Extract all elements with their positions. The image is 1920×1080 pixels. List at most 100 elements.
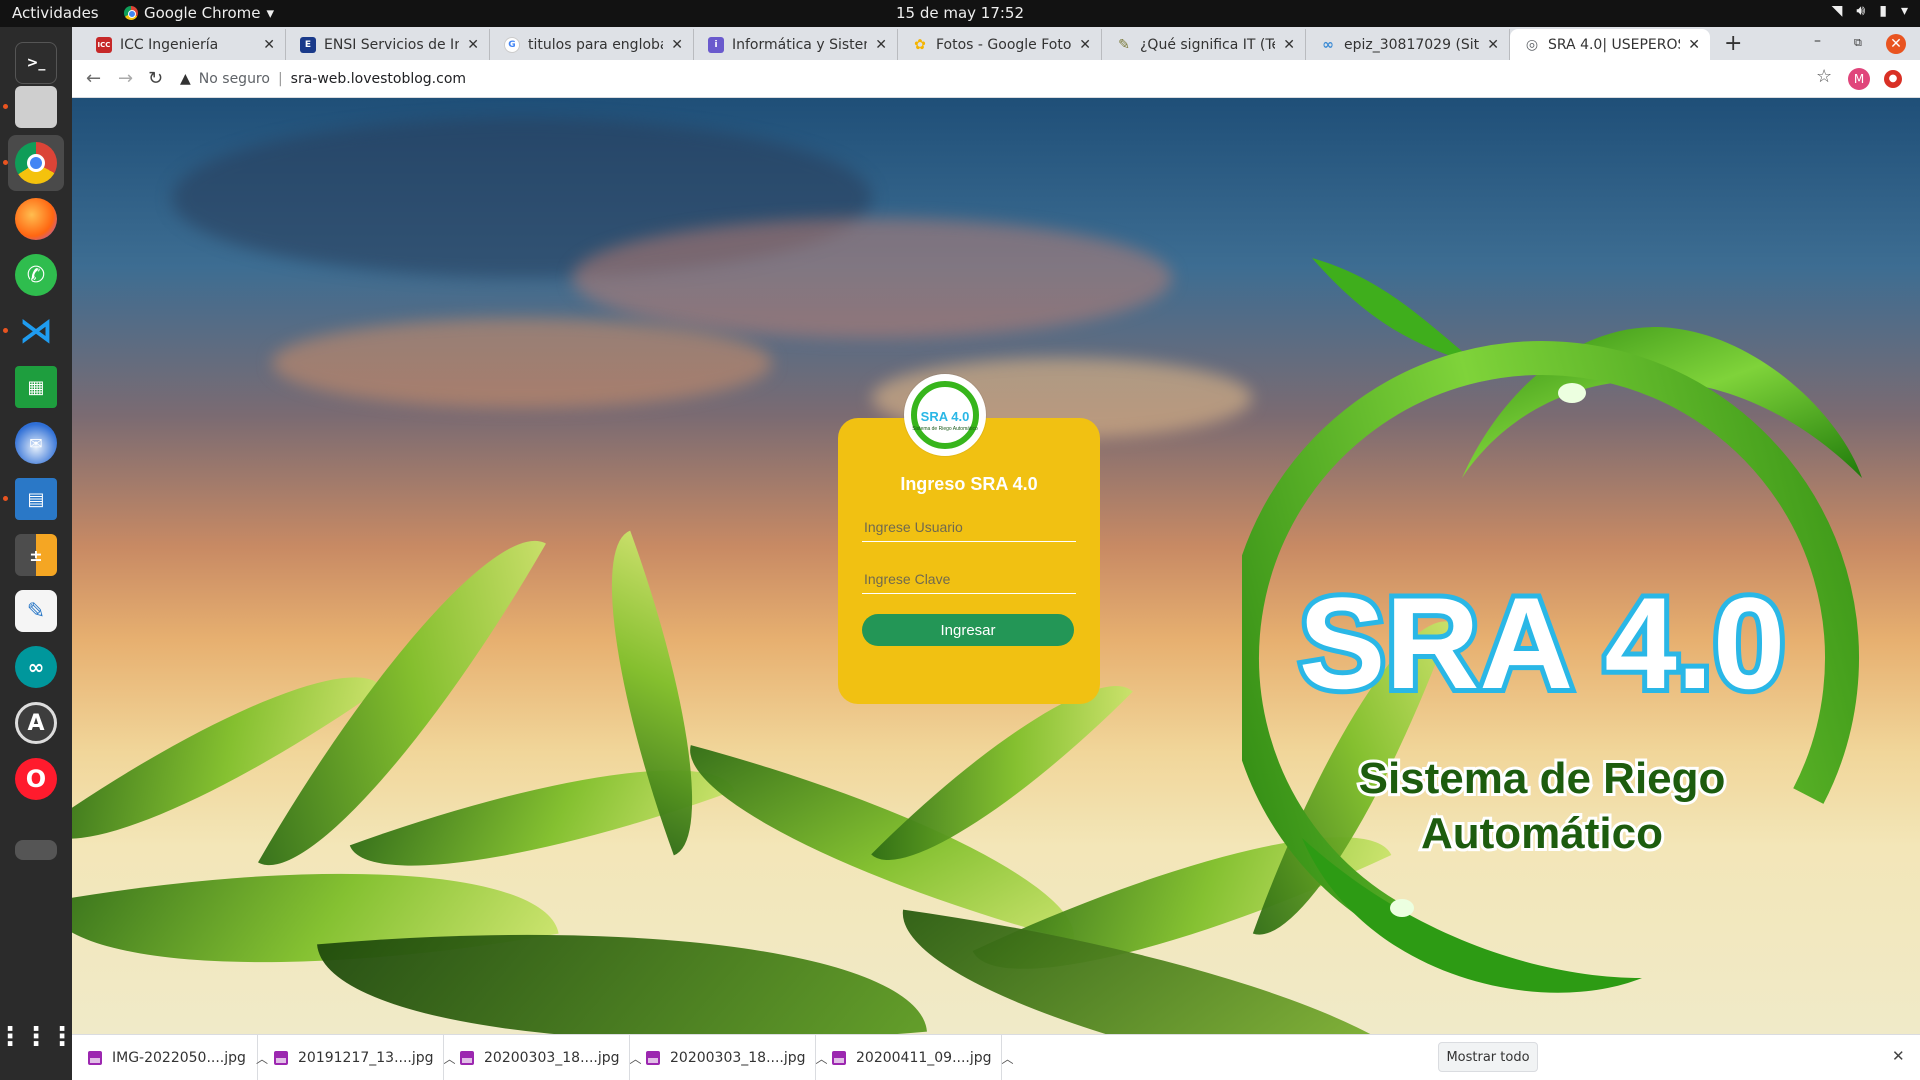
download-item[interactable]: IMG-2022050....jpg ︿ [72,1035,268,1080]
dock-writer[interactable]: ▤ [8,471,64,527]
image-file-icon [460,1051,474,1065]
warning-icon[interactable]: ▲ [180,71,191,87]
system-top-bar: Actividades Google Chrome ▾ 15 de may 17… [0,0,1920,27]
close-icon[interactable]: ✕ [263,37,275,53]
reload-button[interactable]: ↻ [148,68,163,89]
restore-button[interactable]: ⧉ [1854,36,1862,50]
dock-files[interactable] [8,79,64,135]
minimize-button[interactable]: – [1814,33,1821,49]
image-file-icon [832,1051,846,1065]
divider: | [277,71,283,87]
download-filename: 20191217_13....jpg [298,1050,434,1066]
forward-button[interactable]: → [118,68,133,89]
security-label[interactable]: No seguro [199,71,270,87]
app-icon [15,840,57,860]
dock-whatsapp[interactable]: ✆ [8,247,64,303]
leaf-shape [1302,838,1642,993]
login-title: Ingreso SRA 4.0 [900,474,1038,494]
tab-favicon: ∞ [1322,36,1334,53]
login-logo-subtext: Sistema de Riego Automático [912,426,978,432]
download-item[interactable]: 20200411_09....jpg ︿ [816,1035,1014,1080]
tab-strip: ICC ICC Ingeniería ✕ E ENSI Servicios de… [72,27,1920,60]
wifi-icon: ◥ [1831,3,1843,19]
tab-title: ICC Ingeniería [120,36,219,53]
chevron-up-icon[interactable]: ︿ [1002,1050,1014,1067]
dock-software[interactable]: A [8,695,64,751]
close-icon[interactable]: ✕ [671,37,683,53]
clock[interactable]: 15 de may 17:52 [0,4,1920,22]
browser-window: ICC ICC Ingeniería ✕ E ENSI Servicios de… [72,27,1920,1080]
tab-favicon: ✿ [914,36,926,53]
address-bar[interactable]: ▲ No seguro | sra-web.lovestoblog.com [180,65,1880,93]
close-icon[interactable]: ✕ [1487,37,1499,53]
close-icon[interactable]: ✕ [1283,37,1295,53]
logo-subtitle-line1: Sistema de Riego [1359,754,1726,803]
close-icon[interactable]: ✕ [1688,37,1700,53]
dock-vscode[interactable]: ⋊ [8,303,64,359]
mail-icon: ✉ [15,422,57,464]
tab[interactable]: E ENSI Servicios de Ing ✕ [286,29,490,60]
downloads-bar: IMG-2022050....jpg ︿ 20191217_13....jpg … [72,1034,1920,1080]
tab[interactable]: i Informática y Sistem ✕ [694,29,898,60]
profile-avatar[interactable]: M [1848,68,1870,90]
dock-calculator[interactable]: ± [8,527,64,583]
tab-title: SRA 4.0| USEPEROS [1548,36,1681,53]
system-tray[interactable]: ◥ 🔊︎ ▮ ▾ [1832,3,1908,19]
tab[interactable]: ✎ ¿Qué significa IT (Te ✕ [1102,29,1306,60]
globe-icon: ◎ [1525,36,1539,53]
download-filename: 20200303_18....jpg [670,1050,806,1066]
tab-favicon: ICC [96,36,112,53]
battery-icon: ▮ [1879,3,1887,19]
back-button[interactable]: ← [86,68,101,89]
download-item[interactable]: 20200303_18....jpg ︿ [630,1035,828,1080]
show-all-downloads-button[interactable]: Mostrar todo [1438,1042,1538,1072]
download-filename: IMG-2022050....jpg [112,1050,246,1066]
url-text[interactable]: sra-web.lovestoblog.com [291,71,466,87]
tab[interactable]: ∞ epiz_30817029 (Sitio ✕ [1306,29,1510,60]
dock-partial-app[interactable] [8,807,64,863]
username-input[interactable] [862,512,1076,542]
tab[interactable]: ✿ Fotos - Google Fotos ✕ [898,29,1102,60]
spreadsheet-icon: ▦ [15,366,57,408]
password-input[interactable] [862,564,1076,594]
software-center-icon: A [15,702,57,744]
chrome-icon [15,142,57,184]
cloud [272,318,772,408]
dock-text-editor[interactable]: ✎ [8,583,64,639]
tab-favicon: G [504,36,520,53]
text-editor-icon: ✎ [15,590,57,632]
dock-calc[interactable]: ▦ [8,359,64,415]
close-icon[interactable]: ✕ [875,37,887,53]
dock-thunderbird[interactable]: ✉ [8,415,64,471]
download-item[interactable]: 20200303_18....jpg ︿ [444,1035,642,1080]
dock-firefox[interactable] [8,191,64,247]
dock-arduino[interactable]: ∞ [8,639,64,695]
vscode-icon: ⋊ [19,311,53,351]
tab[interactable]: ICC ICC Ingeniería ✕ [82,29,286,60]
chevron-down-icon: ▾ [1900,3,1908,19]
show-applications-button[interactable]: ⋮⋮⋮ [0,1009,75,1065]
sra-brand-logo: SRA 4.0 Sistema de Riego Automático [1242,258,1862,993]
image-file-icon [274,1051,288,1065]
close-icon[interactable]: ✕ [1079,37,1091,53]
close-icon[interactable]: ✕ [1892,1047,1905,1065]
new-tab-button[interactable]: + [1724,31,1742,56]
logo-subtitle-line2: Automático [1421,809,1663,858]
login-card [838,418,1100,704]
dock-chrome[interactable] [8,135,64,191]
arduino-icon: ∞ [15,646,57,688]
opera-icon: O [15,758,57,800]
download-item[interactable]: 20191217_13....jpg ︿ [258,1035,456,1080]
tab-title: Informática y Sistem [732,36,868,53]
dock-opera[interactable]: O [8,751,64,807]
login-button[interactable]: Ingresar [862,614,1074,646]
close-icon[interactable]: ✕ [467,37,479,53]
download-filename: 20200303_18....jpg [484,1050,620,1066]
bookmark-star-icon[interactable]: ☆ [1816,66,1832,87]
tab[interactable]: G titulos para engloba ✕ [490,29,694,60]
login-logo: SRA 4.0 Sistema de Riego Automático [904,374,986,456]
window-close-button[interactable]: ✕ [1886,34,1906,54]
page-content: SRA 4.0 Sistema de Riego Automático SRA … [72,98,1920,1034]
extension-icon[interactable]: ● [1884,70,1902,88]
tab-active[interactable]: ◎ SRA 4.0| USEPEROS ✕ [1510,29,1710,60]
